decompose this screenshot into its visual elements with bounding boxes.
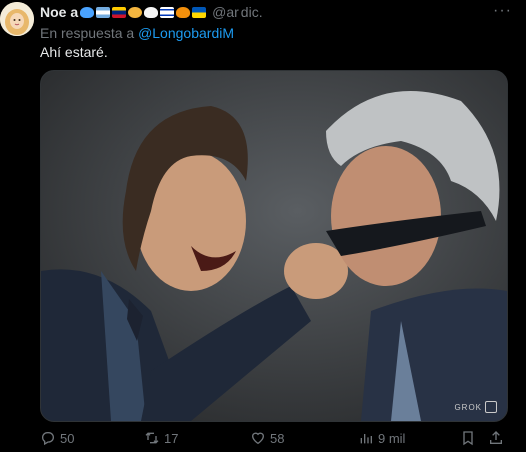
- author-name[interactable]: Noe a: [40, 4, 78, 20]
- reply-prefix: En respuesta a: [40, 25, 135, 41]
- bookmark-icon: [463, 431, 473, 446]
- share-icon: [490, 431, 502, 444]
- cat-face-icon: [128, 6, 143, 18]
- more-options-icon[interactable]: ···: [493, 2, 512, 20]
- like-button[interactable]: 58: [250, 430, 284, 446]
- author-avatar[interactable]: [0, 2, 34, 36]
- reply-to-link[interactable]: @LongobardiM: [138, 25, 234, 41]
- views-button[interactable]: 9 mil: [358, 430, 405, 446]
- repost-count: 17: [164, 430, 179, 446]
- repost-button[interactable]: 17: [144, 430, 178, 446]
- grok-watermark: GROK: [454, 401, 497, 413]
- watermark-text: GROK: [454, 402, 482, 412]
- tweet-time[interactable]: dic.: [241, 4, 263, 20]
- author-handle[interactable]: @ar: [212, 4, 239, 20]
- israel-flag-icon: [160, 6, 175, 18]
- reply-count: 50: [60, 430, 75, 446]
- tweet-media-image[interactable]: GROK: [40, 70, 508, 422]
- venezuela-flag-icon: [112, 6, 127, 18]
- grok-logo-icon: [485, 401, 497, 413]
- tweet-actions: 50 17 58 9 mil: [40, 430, 506, 448]
- white-heart-icon: [144, 6, 159, 18]
- views-count: 9 mil: [378, 430, 406, 446]
- blue-heart-icon: [80, 6, 95, 18]
- reply-button[interactable]: 50: [40, 430, 74, 446]
- views-icon: [360, 434, 372, 444]
- orange-heart-icon: [176, 6, 191, 18]
- share-button[interactable]: [488, 430, 504, 446]
- repost-icon: [145, 432, 159, 444]
- heart-icon: [251, 432, 265, 445]
- tweet-text: Ahí estaré.: [40, 44, 108, 60]
- ukraine-flag-icon: [192, 6, 207, 18]
- tweet-header: Noe a @ar dic.: [40, 4, 263, 20]
- avatar-image: [0, 2, 34, 36]
- name-emojis: [80, 6, 207, 18]
- reply-icon: [42, 432, 54, 446]
- media-illustration: [41, 71, 507, 421]
- argentina-flag-icon: [96, 6, 111, 18]
- reply-context: En respuesta a @LongobardiM: [40, 25, 234, 41]
- like-count: 58: [270, 430, 285, 446]
- bookmark-button[interactable]: [460, 430, 476, 446]
